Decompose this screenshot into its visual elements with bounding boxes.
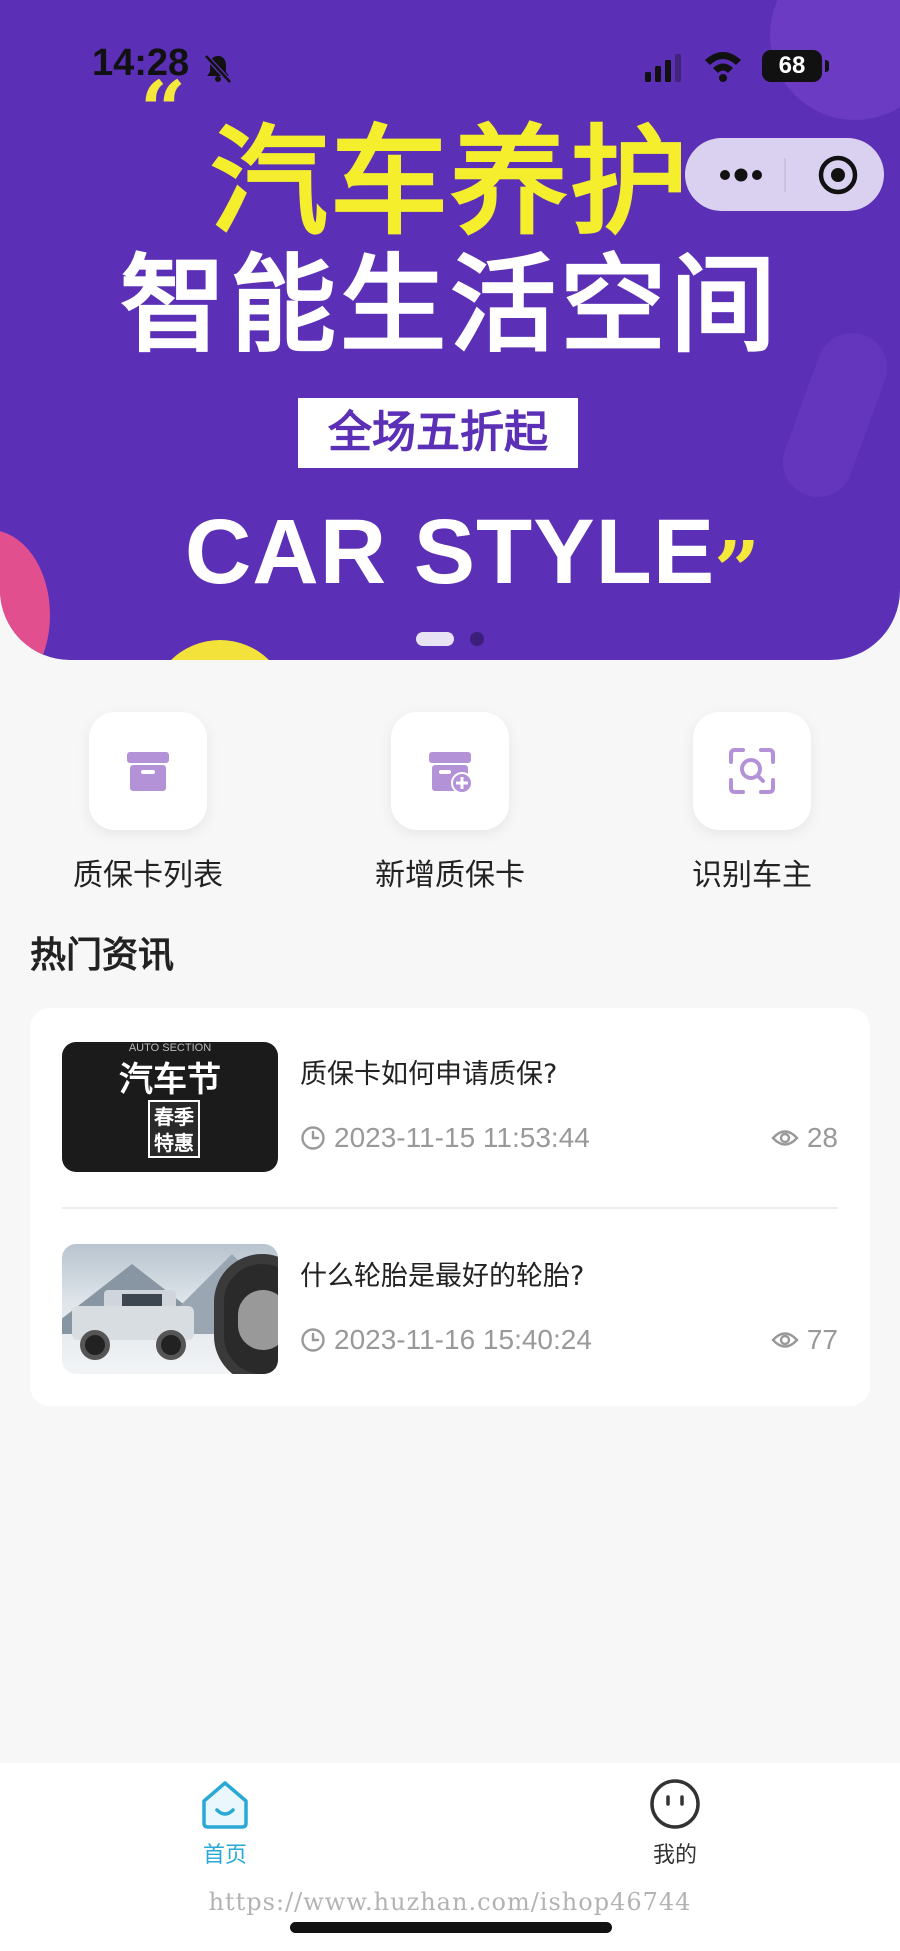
section-title: 热门资讯 [30,935,175,976]
news-views: 77 [771,1324,838,1364]
smiley-icon [650,1779,700,1829]
eye-icon [771,1332,799,1348]
banner-decoration [150,640,290,660]
tab-me[interactable]: 我的 [525,1763,825,1883]
card-box-icon [127,752,169,791]
banner-promo-badge: 全场五折起 [298,398,578,468]
news-date-text: 2023-11-15 11:53:44 [334,1122,590,1153]
news-date-text: 2023-11-16 15:40:24 [334,1324,592,1355]
action-warranty-list[interactable]: 质保卡列表 [48,712,248,893]
news-list: AUTO SECTION 汽车节 春季 特惠 质保卡如何申请质保? 2023-1… [30,1008,870,1406]
eye-icon [771,1130,799,1146]
news-views-count: 77 [806,1324,838,1355]
thumb-badge: 春季 特惠 [148,1100,200,1158]
close-target-icon[interactable] [802,138,874,211]
thumb-badge-line: 特惠 [154,1131,194,1155]
news-date: 2023-11-15 11:53:44 [300,1122,590,1162]
news-item[interactable]: AUTO SECTION 汽车节 春季 特惠 质保卡如何申请质保? 2023-1… [62,1008,838,1178]
wifi-icon [705,52,741,82]
promo-banner[interactable]: “ 汽车养护 智能生活空间 全场五折起 CAR STYLE ” 14:28 68 [0,0,900,660]
bell-muted-icon [204,54,232,84]
clock-icon [301,1126,325,1150]
news-views-count: 28 [806,1122,838,1153]
action-icon-box[interactable] [391,712,509,830]
home-icon [202,1781,248,1829]
news-item[interactable]: 什么轮胎是最好的轮胎? 2023-11-16 15:40:24 77 [62,1210,838,1380]
tab-label: 首页 [202,1843,247,1868]
status-bar: 14:28 68 [0,0,900,130]
tab-label: 我的 [652,1843,697,1868]
quick-actions: 质保卡列表 新增质保卡 识别车主 [0,712,900,893]
tab-home[interactable]: 首页 [75,1763,375,1883]
watermark-url: https://www.huzhan.com/ishop46744 [208,1888,692,1916]
more-dots-icon[interactable] [705,138,777,211]
battery-indicator: 68 [762,50,829,82]
scan-icon [729,748,775,794]
add-card-icon [429,752,473,794]
news-title: 什么轮胎是最好的轮胎? [300,1261,585,1292]
thumb-wheel [156,1330,186,1360]
thumb-tire [238,1290,278,1350]
divider [62,1207,838,1209]
signal-icon [645,54,681,82]
action-label: 新增质保卡 [375,858,525,893]
banner-quote-close: ” [714,523,761,617]
banner-subhead: 智能生活空间 [120,244,780,367]
action-label: 识别车主 [692,858,812,893]
action-label: 质保卡列表 [73,858,223,893]
action-icon-box[interactable] [89,712,207,830]
miniprogram-capsule [685,138,884,211]
news-date: 2023-11-16 15:40:24 [300,1324,592,1364]
news-thumbnail [62,1244,278,1374]
clock-icon [301,1328,325,1352]
action-add-warranty[interactable]: 新增质保卡 [350,712,550,893]
status-time: 14:28 [92,42,190,84]
capsule-divider [784,158,786,192]
news-thumbnail: AUTO SECTION 汽车节 春季 特惠 [62,1042,278,1172]
news-title: 质保卡如何申请质保? [300,1059,558,1090]
banner-tagline: CAR STYLE [184,501,716,603]
thumb-badge-line: 春季 [154,1105,194,1129]
action-icon-box[interactable] [693,712,811,830]
news-views: 28 [771,1122,838,1162]
carousel-dot[interactable] [470,632,484,646]
thumb-title: 汽车节 [119,1060,221,1100]
home-indicator[interactable] [290,1922,612,1933]
action-identify-owner[interactable]: 识别车主 [652,712,852,893]
thumb-wheel [80,1330,110,1360]
carousel-dot-active[interactable] [416,632,454,646]
